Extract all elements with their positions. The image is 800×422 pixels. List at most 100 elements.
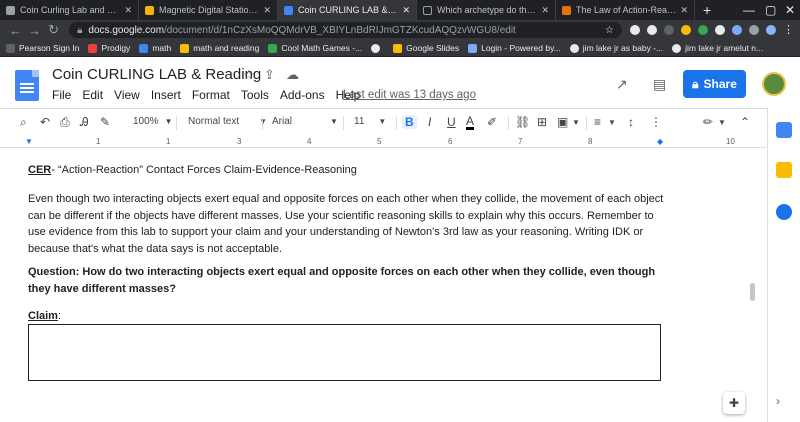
browser-tab[interactable]: Which archetype do the two pa ✕	[417, 0, 556, 20]
menu-dots-icon[interactable]: ⋮	[783, 25, 794, 36]
extension-icon[interactable]	[714, 25, 725, 35]
tab-favicon-icon	[423, 5, 432, 15]
bookmark-item[interactable]: Google Slides	[393, 43, 459, 53]
extension-icon[interactable]	[646, 25, 657, 35]
keep-icon[interactable]	[776, 162, 792, 178]
docs-logo-icon[interactable]	[15, 70, 39, 101]
menu-file[interactable]: File	[52, 88, 71, 102]
bookmark-item[interactable]: Login - Powered by...	[468, 43, 561, 53]
menu-add-ons[interactable]: Add-ons	[280, 88, 325, 102]
text-color-icon[interactable]: A	[466, 115, 475, 130]
browser-tab[interactable]: Coin Curling Lab and 3rd law Re✕	[0, 0, 139, 20]
link-icon[interactable]: ⛓	[515, 115, 530, 129]
claim-answer-box[interactable]	[28, 324, 661, 381]
line-spacing-icon[interactable]: ↕	[628, 115, 634, 129]
profile-icon[interactable]	[765, 25, 776, 35]
close-tab-icon[interactable]: ✕	[402, 5, 410, 16]
close-tab-icon[interactable]: ✕	[263, 5, 271, 16]
browser-tab[interactable]: Magnetic Digital Station Lab - G ✕	[139, 0, 278, 20]
align-left-icon[interactable]: ≡	[594, 115, 601, 129]
bookmark-item[interactable]	[371, 43, 384, 53]
bookmark-item[interactable]: Prodigy	[88, 43, 130, 53]
puzzle-icon[interactable]	[748, 25, 759, 35]
extension-icon[interactable]	[680, 25, 691, 35]
menu-insert[interactable]: Insert	[151, 88, 181, 102]
divider	[586, 116, 587, 130]
reload-icon[interactable]: ↻	[44, 22, 63, 38]
bookmark-item[interactable]: math	[139, 43, 171, 53]
italic-icon[interactable]: I	[428, 115, 431, 129]
menu-format[interactable]: Format	[192, 88, 230, 102]
forward-icon[interactable]: →	[25, 23, 44, 38]
print-icon[interactable]: ⎙	[60, 115, 70, 130]
highlight-icon[interactable]: ✐	[487, 115, 497, 129]
collapse-icon[interactable]: ⌃	[740, 115, 750, 129]
extension-icon[interactable]	[663, 25, 674, 35]
activity-icon[interactable]: ↗	[616, 76, 628, 93]
search-menus-icon[interactable]: ⌕	[20, 115, 27, 130]
star-icon[interactable]: ☆	[605, 25, 614, 36]
bookmark-item[interactable]: Pearson Sign In	[6, 43, 79, 53]
right-indent-marker-icon[interactable]: ◆	[657, 137, 663, 146]
ruler-number: 7	[518, 137, 523, 146]
minimize-icon[interactable]: —	[743, 0, 755, 20]
ruler-number: 5	[377, 137, 382, 146]
editing-mode-icon[interactable]: ✏	[703, 115, 713, 129]
star-icon[interactable]: ☆	[243, 67, 255, 83]
image-icon[interactable]: ▣	[557, 115, 568, 129]
chevron-down-icon[interactable]: ▼	[608, 118, 616, 127]
document-title[interactable]: Coin CURLING LAB & Reading	[52, 66, 261, 83]
underline-icon[interactable]: U	[447, 115, 456, 129]
extension-icon[interactable]	[697, 25, 708, 35]
spellcheck-icon[interactable]: Ꭿ	[80, 115, 89, 130]
paint-format-icon[interactable]: ✎	[100, 115, 110, 129]
menu-tools[interactable]: Tools	[241, 88, 269, 102]
menu-view[interactable]: View	[114, 88, 140, 102]
maximize-icon[interactable]: ▢	[765, 0, 776, 20]
chevron-right-icon[interactable]: ›	[776, 394, 780, 408]
move-folder-icon[interactable]: ⇪	[264, 67, 275, 83]
menu-edit[interactable]: Edit	[82, 88, 103, 102]
zoom-value: 100%	[133, 116, 159, 127]
scrollbar-thumb[interactable]	[750, 283, 755, 301]
extension-icon[interactable]	[731, 25, 742, 35]
bookmark-item[interactable]: math and reading	[180, 43, 259, 53]
style-select[interactable]: Normal text ▼	[188, 116, 267, 127]
avatar[interactable]	[762, 72, 786, 96]
font-select[interactable]: Arial ▼	[272, 116, 338, 127]
cer-heading: CER- “Action-Reaction” Contact Forces Cl…	[28, 162, 668, 179]
url-input[interactable]: 🔒︎ docs.google.com/document/d/1nCzXsMoQQ…	[69, 22, 622, 38]
more-icon[interactable]: ⋮	[650, 115, 662, 129]
close-tab-icon[interactable]: ✕	[680, 5, 688, 16]
close-window-icon[interactable]: ✕	[785, 0, 795, 20]
back-icon[interactable]: ←	[6, 23, 25, 38]
indent-marker-icon[interactable]: ▼	[25, 137, 33, 146]
bookmark-icon	[139, 43, 149, 53]
add-comment-icon[interactable]: ⊞	[537, 115, 547, 129]
zoom-select[interactable]: 100% ▼	[133, 116, 173, 127]
cer-label: CER	[28, 164, 52, 176]
chevron-down-icon: ▼	[330, 117, 338, 126]
comments-icon[interactable]: ▤	[653, 76, 666, 93]
browser-tab[interactable]: The Law of Action-Reaction (Re✕	[556, 0, 695, 20]
explore-button[interactable]: ✚	[723, 392, 745, 414]
close-tab-icon[interactable]: ✕	[541, 5, 549, 16]
bold-icon[interactable]: B	[402, 115, 417, 129]
new-tab-icon[interactable]: +	[695, 0, 719, 20]
bookmark-item[interactable]: jim lake jr as baby -...	[569, 43, 663, 53]
tasks-icon[interactable]	[776, 204, 792, 220]
bookmark-icon	[88, 43, 98, 53]
undo-icon[interactable]: ↶	[40, 115, 50, 129]
browser-tab-active[interactable]: Coin CURLING LAB & Reading - G ✕	[278, 0, 417, 20]
extension-icon[interactable]	[629, 25, 640, 35]
bookmark-item[interactable]: jim lake jr amelut n...	[672, 43, 763, 53]
bookmark-item[interactable]: Cool Math Games -...	[268, 43, 362, 53]
last-edit-link[interactable]: Last edit was 13 days ago	[343, 89, 476, 101]
font-size-select[interactable]: 11 ▼	[354, 116, 386, 127]
chevron-down-icon[interactable]: ▼	[572, 118, 580, 127]
calendar-icon[interactable]	[776, 122, 792, 138]
share-button[interactable]: 🔒︎ Share	[683, 70, 746, 98]
close-tab-icon[interactable]: ✕	[124, 5, 132, 16]
tab-title: Which archetype do the two pa	[437, 5, 537, 15]
chevron-down-icon[interactable]: ▼	[718, 118, 726, 127]
